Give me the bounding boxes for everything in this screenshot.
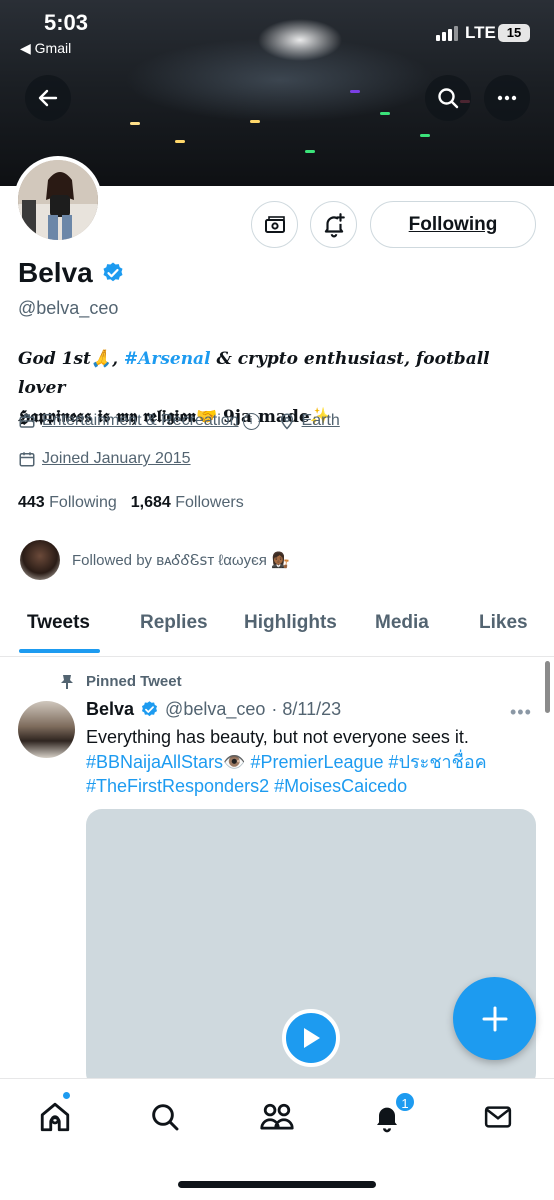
active-tab-indicator	[19, 649, 100, 653]
signal-icon	[436, 26, 458, 41]
banner-light	[250, 120, 260, 123]
battery-indicator: 15	[498, 24, 530, 42]
profile-name-row: Belva	[18, 257, 125, 289]
pin-icon	[61, 674, 73, 689]
tweet-more-button[interactable]: •••	[510, 702, 532, 723]
status-bar: 5:03 ◀ Gmail LTE 15	[0, 0, 554, 60]
follow-counts: 443 Following 1,684 Followers	[18, 494, 244, 512]
tweet-date: · 8/11/23	[271, 699, 342, 719]
tab-media[interactable]: Media	[375, 612, 429, 634]
profile-joined-date[interactable]: Joined January 2015	[42, 450, 191, 468]
banner-light	[130, 122, 140, 125]
followers-label: Followers	[175, 494, 244, 511]
profile-meta-row: Entertainment & Recreation i Earth	[18, 412, 340, 430]
more-icon	[497, 95, 517, 101]
tab-highlights[interactable]: Highlights	[244, 612, 337, 634]
nav-explore[interactable]	[145, 1097, 185, 1137]
bio-hashtag-link[interactable]: #Arsenal	[124, 349, 211, 369]
banner-light	[380, 112, 390, 115]
tab-likes[interactable]: Likes	[479, 612, 528, 634]
more-button[interactable]	[484, 75, 530, 121]
tip-button[interactable]	[251, 201, 298, 248]
following-count: 443	[18, 494, 45, 511]
pinned-label-text: Pinned Tweet	[86, 673, 182, 690]
subscribe-notifications-button[interactable]	[310, 201, 357, 248]
communities-icon	[260, 1103, 294, 1130]
avatar-image	[18, 160, 98, 240]
profile-location-link[interactable]: Earth	[302, 412, 340, 430]
location-pin-icon	[280, 413, 293, 430]
new-content-dot	[62, 1091, 71, 1100]
tab-tweets[interactable]: Tweets	[27, 612, 90, 634]
banner-light	[420, 134, 430, 137]
play-icon	[304, 1028, 320, 1048]
info-icon[interactable]: i	[242, 412, 260, 430]
profile-category-link[interactable]: Entertainment & Recreation	[42, 412, 239, 430]
mail-icon	[484, 1106, 512, 1128]
following-label: Following	[49, 494, 117, 511]
home-indicator[interactable]	[178, 1181, 376, 1188]
pinned-tweet-label: Pinned Tweet	[60, 673, 182, 690]
tweet-text: Everything has beauty, but not everyone …	[86, 727, 469, 747]
following-button[interactable]: Following	[370, 201, 536, 248]
compose-tweet-button[interactable]	[453, 977, 536, 1060]
search-icon	[152, 1104, 179, 1131]
play-button[interactable]	[282, 1009, 340, 1067]
avatar-figure	[18, 160, 98, 240]
followed-by-row[interactable]: Followed by ʙᴀᎴᎴᏋꜱᴛ ℓαωуєя 👩🏾‍⚖️	[20, 540, 290, 580]
home-icon	[40, 1102, 70, 1132]
back-button[interactable]	[25, 75, 71, 121]
tweet-header: Belva @belva_ceo · 8/11/23	[86, 699, 341, 720]
bio-text: God 1st🙏,	[18, 349, 124, 369]
verified-badge-icon	[142, 701, 158, 717]
calendar-icon	[19, 452, 35, 467]
scrollbar[interactable]	[545, 661, 550, 713]
tweet-hashtags: #BBNaijaAllStars👁️ #PremierLeague #ประชา…	[86, 750, 536, 798]
back-arrow-icon	[38, 89, 58, 107]
search-icon	[438, 88, 459, 109]
tweet-author-name[interactable]: Belva	[86, 699, 134, 720]
tweet-author-handle: @belva_ceo	[165, 699, 266, 719]
profile-handle: @belva_ceo	[18, 298, 119, 318]
nav-home[interactable]	[35, 1097, 75, 1137]
tip-jar-icon	[264, 215, 285, 233]
profile-avatar[interactable]	[14, 156, 102, 244]
search-button[interactable]	[425, 75, 471, 121]
network-type: LTE	[465, 23, 496, 42]
followers-count: 1,684	[130, 494, 171, 511]
tab-replies[interactable]: Replies	[140, 612, 208, 634]
plus-icon	[482, 1006, 507, 1031]
nav-messages[interactable]	[478, 1097, 518, 1137]
followed-by-text: Followed by ʙᴀᎴᎴᏋꜱᴛ ℓαωуєя 👩🏾‍⚖️	[72, 552, 290, 569]
status-time: 5:03	[44, 10, 89, 35]
profile-joined-row: Joined January 2015	[18, 450, 191, 468]
notifications-badge: 1	[394, 1091, 416, 1113]
bio-line-1: God 1st🙏, #Arsenal & crypto enthusiast, …	[18, 345, 538, 403]
banner-light	[305, 150, 315, 153]
tweet-hashtags-line[interactable]: #BBNaijaAllStars👁️ #PremierLeague #ประชา…	[86, 750, 536, 774]
followers-count-link[interactable]: 1,684 Followers	[131, 494, 244, 512]
banner-light	[350, 90, 360, 93]
briefcase-icon	[19, 414, 35, 428]
nav-communities[interactable]	[257, 1097, 297, 1137]
verified-badge-icon	[103, 262, 123, 282]
banner-light	[175, 140, 185, 143]
profile-tabs: Tweets Replies Highlights Media Likes	[0, 597, 554, 657]
tweet-author-avatar[interactable]	[18, 701, 75, 758]
following-count-link[interactable]: 443 Following	[18, 494, 117, 512]
avatar	[20, 540, 60, 580]
tweet-hashtags-line[interactable]: #TheFirstResponders2 #MoisesCaicedo	[86, 774, 536, 798]
profile-name: Belva	[18, 257, 93, 288]
back-to-app-link[interactable]: ◀ Gmail	[20, 40, 71, 57]
notification-subscribe-icon	[324, 212, 345, 237]
